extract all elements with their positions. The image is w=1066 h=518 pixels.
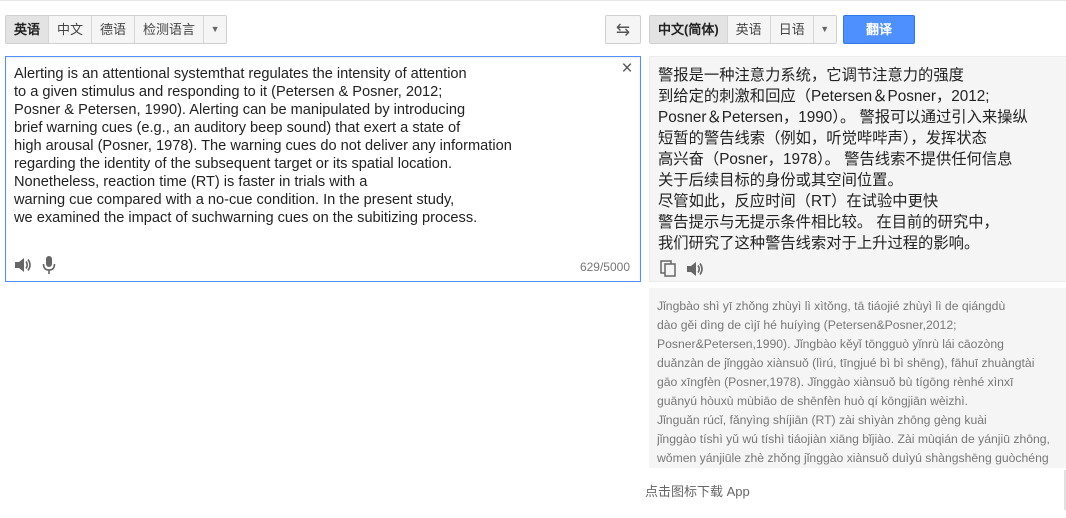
source-listen-button[interactable] (14, 257, 32, 273)
translation-text: 警报是一种注意力系统，它调节注意力的强度 到给定的刺激和回应（Petersen＆… (658, 67, 1028, 252)
swap-icon: ⇆ (615, 20, 631, 39)
source-lang-detect[interactable]: 检测语言 (135, 16, 205, 43)
copy-translation-button[interactable] (660, 260, 676, 277)
clear-source-button[interactable]: × (618, 59, 636, 79)
romanization-text: Jǐngbào shì yī zhǒng zhùyì lì xìtǒng, tā… (657, 299, 1050, 465)
source-lang-chinese[interactable]: 中文 (49, 16, 93, 43)
source-lang-german[interactable]: 德语 (92, 16, 136, 43)
translation-listen-button[interactable] (686, 261, 704, 277)
microphone-icon (42, 256, 56, 274)
target-lang-dropdown[interactable]: ▼ (813, 16, 836, 43)
translation-result-box: 警报是一种注意力系统，它调节注意力的强度 到给定的刺激和回应（Petersen＆… (649, 56, 1066, 282)
target-language-bar: 中文(简体) 英语 日语 ▼ (649, 15, 837, 44)
target-lang-english[interactable]: 英语 (727, 16, 771, 43)
target-lang-chinese-simplified[interactable]: 中文(简体) (650, 16, 728, 43)
chevron-down-icon: ▼ (820, 24, 830, 34)
chevron-down-icon: ▼ (210, 24, 220, 34)
source-language-bar: 英语 中文 德语 检测语言 ▼ (5, 15, 228, 44)
speaker-icon (687, 262, 703, 276)
speaker-icon (15, 258, 31, 272)
target-lang-japanese[interactable]: 日语 (770, 16, 814, 43)
character-count: 629/5000 (579, 260, 630, 274)
close-icon: × (621, 58, 633, 79)
top-divider (0, 0, 1066, 1)
copy-icon (660, 260, 676, 277)
voice-input-button[interactable] (42, 255, 56, 275)
swap-languages-button[interactable]: ⇆ (605, 15, 641, 44)
source-lang-dropdown[interactable]: ▼ (204, 16, 227, 43)
source-textarea[interactable]: Alerting is an attentional systemthat re… (14, 65, 614, 245)
source-text-box[interactable]: Alerting is an attentional systemthat re… (5, 56, 641, 282)
translate-button[interactable]: 翻译 (843, 15, 915, 44)
source-lang-english[interactable]: 英语 (6, 16, 50, 43)
download-app-link[interactable]: 点击图标下载 App (645, 481, 750, 500)
